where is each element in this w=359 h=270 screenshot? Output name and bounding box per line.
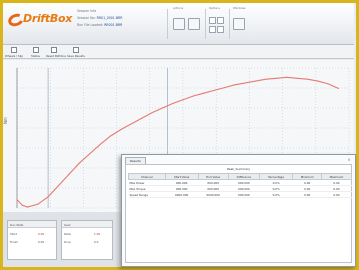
option-button[interactable] <box>209 17 216 24</box>
table-row[interactable]: Speed Range 0000.000 0000.000 000.000 0.… <box>128 191 352 198</box>
gear-title: Gear <box>64 223 71 227</box>
data-point <box>130 123 132 125</box>
table-cell: 0.00 <box>292 191 322 198</box>
data-point <box>58 185 59 187</box>
data-point <box>151 112 153 114</box>
command-label: Save Results <box>67 54 85 58</box>
reset-icon[interactable] <box>51 47 57 53</box>
status-icon[interactable] <box>33 47 39 53</box>
window-layout-button[interactable] <box>233 18 245 30</box>
session-label: Session Info <box>77 9 97 13</box>
data-point <box>26 206 28 208</box>
run-stats-title: Run Stats <box>10 223 24 227</box>
close-icon[interactable]: × <box>346 157 352 163</box>
data-point <box>47 196 49 198</box>
toolbar-divider <box>167 9 168 39</box>
data-point <box>307 78 308 80</box>
data-point <box>286 76 288 78</box>
results-table: Channel Start Value End Value Difference… <box>128 173 353 198</box>
data-point <box>203 92 205 94</box>
run-file-field: Run File Loaded: RR001.BRR <box>77 22 165 29</box>
gear-row-label: Drop <box>64 240 71 244</box>
command-label: Status <box>31 54 40 58</box>
data-point <box>89 153 91 155</box>
command-label: Reset Pathline <box>46 54 66 58</box>
results-caption: Peak_Summary <box>226 167 251 171</box>
run-stats-row-label: Start <box>10 232 17 236</box>
data-point <box>327 83 329 85</box>
option-button[interactable] <box>217 17 224 24</box>
y-axis-label: Nm <box>3 117 8 124</box>
load-run-button[interactable] <box>173 18 185 30</box>
results-tab[interactable]: Results <box>125 157 146 164</box>
toolbar-group-options: Options <box>209 6 220 10</box>
data-point <box>255 80 257 82</box>
run-stats-box: Run Stats Start 0.00 Finish 0.00 <box>7 220 57 260</box>
bottom-left-panel: Run Stats Start 0.00 Finish 0.00 Gear Ra… <box>3 212 118 267</box>
option-button[interactable] <box>209 26 216 33</box>
table-cell: 0.00 <box>321 191 352 198</box>
results-body: Peak_Summary Channel Start Value End Val… <box>125 164 353 263</box>
wheel-icon[interactable] <box>11 47 17 53</box>
data-point <box>109 135 111 137</box>
table-cell: 000.000 <box>228 191 260 198</box>
data-point <box>265 78 267 80</box>
export-button[interactable] <box>188 18 200 30</box>
gear-box: Gear Ratio 1.00 Drop 0.0 <box>61 220 113 260</box>
session-field-value: RR01_0001.BRR <box>96 16 123 20</box>
run-stats-row-value: 0.00 <box>38 240 45 244</box>
data-point <box>21 204 23 206</box>
toolbar: DriftBox Session Info Session No: RR01_0… <box>3 3 354 45</box>
data-point <box>244 82 246 84</box>
results-window[interactable]: Results × Peak_Summary Channel Start Val… <box>121 154 356 267</box>
session-fields: Session Info Session No: RR01_0001.BRR R… <box>77 8 165 38</box>
data-point <box>78 162 80 164</box>
data-point <box>141 117 142 119</box>
session-field: Session No: RR01_0001.BRR <box>77 15 165 22</box>
data-point <box>161 107 163 109</box>
data-point <box>234 84 236 86</box>
data-point <box>275 77 277 79</box>
command-bar: Wheels / Slip Status Reset Pathline Save… <box>3 45 354 59</box>
option-button[interactable] <box>217 26 224 33</box>
data-point <box>16 199 18 201</box>
toolbar-group-actions: Actions <box>173 6 184 10</box>
data-point <box>338 88 340 90</box>
data-point <box>192 95 194 97</box>
data-point <box>37 203 39 205</box>
data-point <box>224 87 225 89</box>
data-point <box>296 77 298 79</box>
table-cell: 0000.000 <box>165 191 199 198</box>
data-point <box>120 129 122 131</box>
command-label: Wheels / Slip <box>5 54 24 58</box>
run-file-field-value: RR001.BRR <box>104 23 123 27</box>
data-point <box>99 144 101 146</box>
table-cell: 0.0% <box>259 191 293 198</box>
run-stats-row-label: Finish <box>10 240 18 244</box>
gear-header: Gear <box>62 221 112 228</box>
app-logo: DriftBox <box>6 10 73 30</box>
data-point <box>68 173 70 175</box>
session-field-label: Session No: <box>77 16 96 20</box>
toolbar-group-windows: Windows <box>233 6 246 10</box>
save-icon[interactable] <box>73 47 79 53</box>
logo-text: DriftBox <box>23 12 73 25</box>
table-cell: Speed Range <box>128 191 166 198</box>
gear-row-value: 0.0 <box>94 240 99 244</box>
data-point <box>213 89 215 91</box>
run-stats-row-value: 0.00 <box>38 232 45 236</box>
toolbar-divider <box>205 9 206 39</box>
run-file-field-label: Run File Loaded: <box>77 23 104 27</box>
toolbar-divider <box>229 9 230 39</box>
data-point <box>317 80 319 82</box>
run-stats-header: Run Stats <box>8 221 56 228</box>
data-point <box>182 99 184 101</box>
data-point <box>172 102 174 104</box>
table-cell: 0000.000 <box>198 191 229 198</box>
gear-row-value: 1.00 <box>94 232 101 236</box>
gear-row-label: Ratio <box>64 232 72 236</box>
